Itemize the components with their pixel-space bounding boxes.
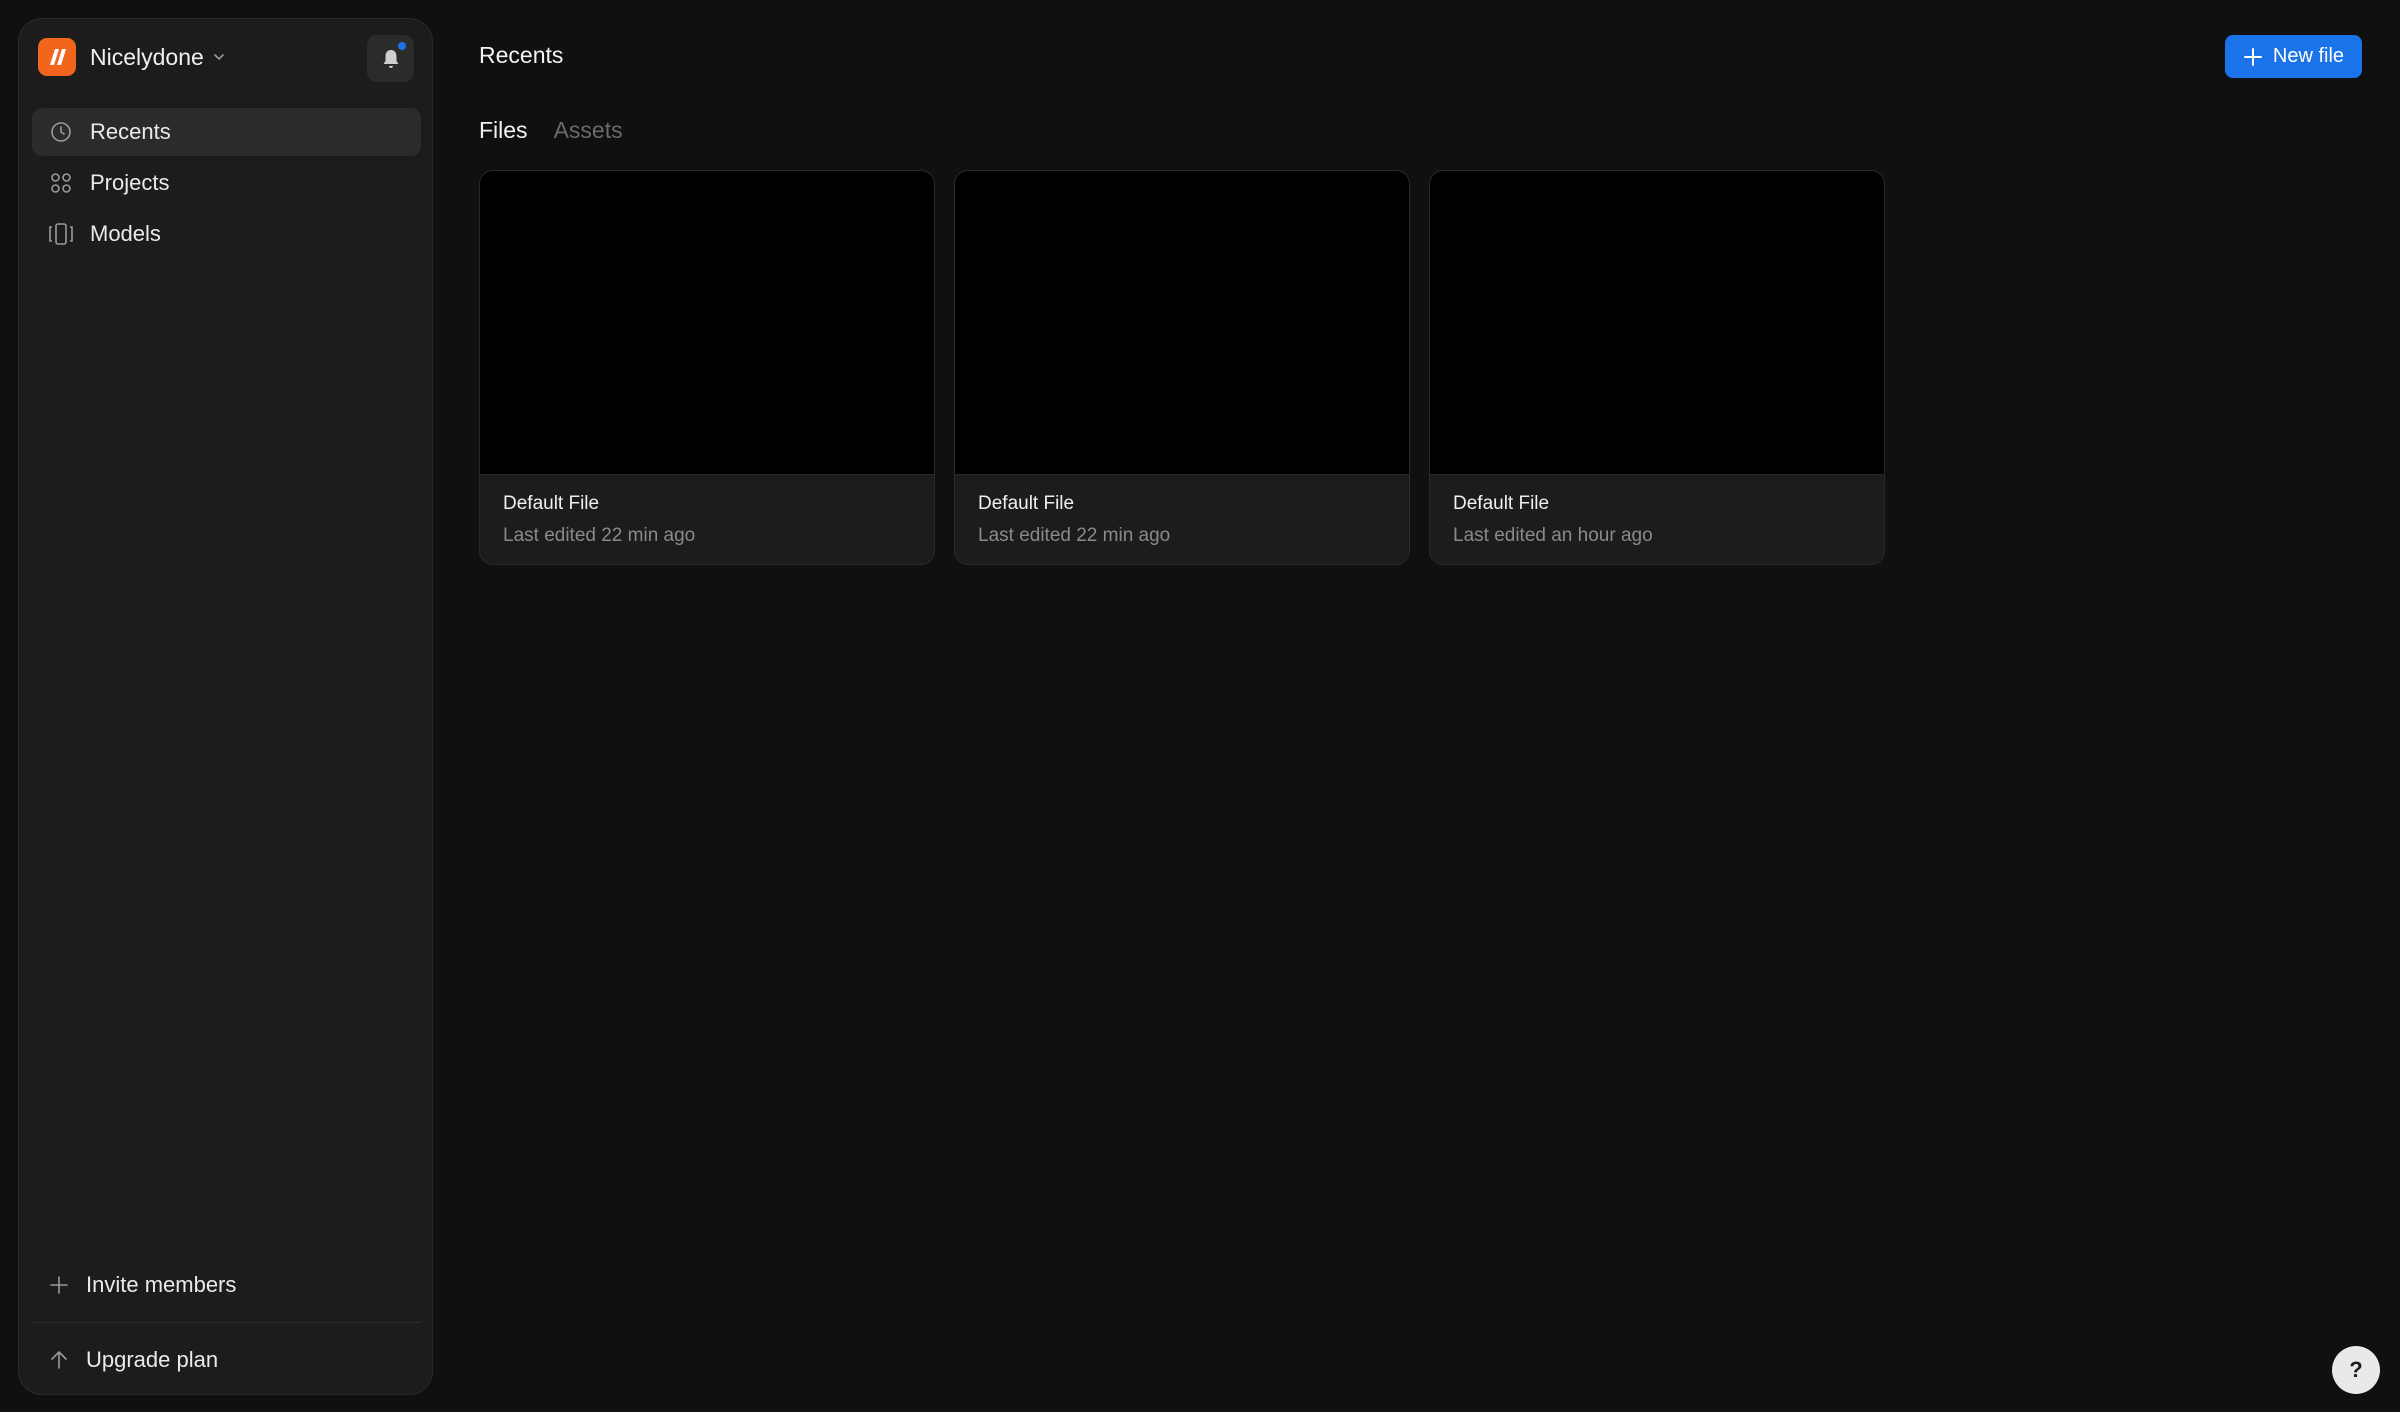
invite-members-button[interactable]: Invite members (32, 1259, 421, 1311)
app-window: Nicelydone Recents Projects Models Invit… (0, 0, 2400, 1412)
file-info: Default File Last edited 22 min ago (955, 475, 1409, 547)
sidebar-item-recents[interactable]: Recents (32, 108, 421, 156)
invite-members-label: Invite members (86, 1272, 237, 1297)
sidebar-item-projects[interactable]: Projects (32, 159, 421, 207)
chevron-down-icon (212, 50, 226, 64)
workspace-name: Nicelydone (90, 43, 204, 70)
sidebar-divider (32, 1322, 421, 1323)
file-title: Default File (1453, 493, 1550, 514)
file-thumbnail (480, 171, 934, 475)
bell-icon (383, 49, 398, 68)
sidebar-nav: Recents Projects Models (32, 108, 421, 261)
tab-bar: Files Assets (479, 117, 649, 144)
file-title: Default File (978, 493, 1075, 514)
help-button[interactable]: ? (2332, 1346, 2380, 1394)
plus-icon (48, 1274, 70, 1296)
page-title: Recents (479, 42, 564, 68)
notification-badge (398, 42, 406, 50)
sidebar: Nicelydone Recents Projects Models Invit… (18, 18, 433, 1395)
file-card[interactable]: Default File Last edited 22 min ago (954, 170, 1410, 565)
upgrade-plan-label: Upgrade plan (86, 1347, 219, 1372)
grid-icon (48, 170, 74, 196)
file-last-edited: Last edited an hour ago (1453, 525, 1653, 546)
file-thumbnail (1430, 171, 1884, 475)
plus-icon (2243, 47, 2263, 67)
file-grid: Default File Last edited 22 min ago Defa… (479, 170, 1904, 565)
clock-icon (48, 119, 74, 145)
upgrade-plan-button[interactable]: Upgrade plan (32, 1334, 421, 1386)
notifications-button[interactable] (367, 35, 414, 82)
file-info: Default File Last edited 22 min ago (480, 475, 934, 547)
sidebar-item-label: Models (90, 221, 161, 246)
file-info: Default File Last edited an hour ago (1430, 475, 1884, 547)
sidebar-item-models[interactable]: Models (32, 210, 421, 258)
file-card[interactable]: Default File Last edited an hour ago (1429, 170, 1885, 565)
new-file-button[interactable]: New file (2225, 35, 2362, 78)
workspace-switcher[interactable]: Nicelydone (38, 38, 226, 76)
workspace-logo-icon (38, 38, 76, 76)
tab-files[interactable]: Files (479, 117, 528, 144)
sidebar-item-label: Projects (90, 170, 170, 195)
file-card[interactable]: Default File Last edited 22 min ago (479, 170, 935, 565)
new-file-label: New file (2272, 45, 2345, 67)
models-icon (48, 221, 74, 247)
sidebar-item-label: Recents (90, 119, 171, 144)
file-thumbnail (955, 171, 1409, 475)
file-last-edited: Last edited 22 min ago (978, 525, 1171, 546)
file-last-edited: Last edited 22 min ago (503, 525, 696, 546)
arrow-up-icon (48, 1349, 70, 1371)
tab-assets[interactable]: Assets (554, 117, 623, 144)
file-title: Default File (503, 493, 600, 514)
